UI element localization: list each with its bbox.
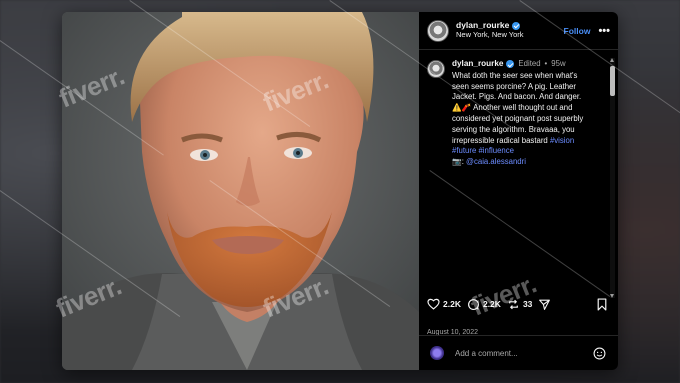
meta-separator: • bbox=[544, 59, 548, 68]
caption-body: dylan_rourke Edited • 95w What doth the … bbox=[452, 59, 583, 370]
emoji-icon[interactable] bbox=[593, 347, 606, 360]
caption-line: 📷: @caia.alessandri bbox=[452, 157, 583, 168]
author-info: dylan_rourke New York, New York bbox=[456, 21, 564, 39]
share-icon[interactable] bbox=[538, 298, 551, 311]
camera-emoji: 📷: bbox=[452, 157, 464, 167]
share-action[interactable] bbox=[538, 298, 554, 311]
action-bar: 2.2K 2.2K 33 bbox=[427, 296, 608, 312]
caption-line: considered yet poignant post superbly bbox=[452, 113, 584, 123]
repost-action[interactable]: 33 bbox=[507, 298, 532, 311]
like-action[interactable]: 2.2K bbox=[427, 298, 461, 310]
post-age[interactable]: 95w bbox=[551, 59, 565, 70]
comment-input[interactable]: Add a comment... bbox=[455, 349, 593, 358]
location-link[interactable]: New York, New York bbox=[456, 30, 564, 40]
post-caption: dylan_rourke Edited • 95w What doth the … bbox=[419, 50, 618, 370]
heart-icon[interactable] bbox=[427, 298, 440, 310]
post-side-panel: dylan_rourke New York, New York Follow •… bbox=[419, 12, 618, 370]
comment-action[interactable]: 2.2K bbox=[467, 298, 501, 311]
scroll-thumb[interactable] bbox=[610, 66, 615, 96]
portrait-image bbox=[62, 12, 419, 370]
comment-icon[interactable] bbox=[467, 298, 480, 311]
comment-count: 2.2K bbox=[482, 299, 501, 309]
verified-icon bbox=[512, 22, 521, 31]
caption-line: #future #influence bbox=[452, 146, 583, 157]
scroll-down-icon[interactable] bbox=[610, 294, 614, 298]
post-photo[interactable] bbox=[62, 12, 419, 370]
caption-line: seen seems porcine? A pig. Leather bbox=[452, 81, 576, 91]
caption-line: irrepressible radical bastard #vision bbox=[452, 136, 583, 147]
hashtag-link[interactable]: #influence bbox=[478, 146, 514, 155]
caption-text: Another well thought out and bbox=[471, 103, 573, 113]
caption-avatar[interactable] bbox=[427, 60, 445, 78]
author-avatar[interactable] bbox=[427, 19, 449, 42]
post-modal: dylan_rourke New York, New York Follow •… bbox=[62, 12, 618, 370]
hashtag-link[interactable]: #vision bbox=[550, 136, 574, 145]
caption-line: ⚠️🧨 Another well thought out and bbox=[452, 103, 583, 114]
post-header: dylan_rourke New York, New York Follow •… bbox=[419, 12, 618, 50]
bookmark-icon[interactable] bbox=[596, 297, 608, 311]
repost-count: 33 bbox=[522, 299, 533, 309]
edited-label: Edited bbox=[518, 59, 541, 68]
scroll-up-icon[interactable] bbox=[610, 58, 614, 62]
current-user-avatar bbox=[430, 346, 444, 360]
like-count: 2.2K bbox=[443, 299, 461, 309]
more-icon[interactable]: ••• bbox=[598, 25, 610, 37]
caption-line: Jacket. Pigs. And bacon. And danger. bbox=[452, 92, 582, 102]
warning-emoji: ⚠️🧨 bbox=[452, 103, 472, 113]
caption-username-text[interactable]: dylan_rourke bbox=[452, 59, 503, 70]
follow-button[interactable]: Follow bbox=[564, 26, 591, 36]
caption-text: irrepressible radical bastard bbox=[452, 135, 550, 145]
repost-icon[interactable] bbox=[507, 298, 520, 311]
caption-username[interactable]: dylan_rourke bbox=[452, 59, 515, 70]
verified-icon bbox=[506, 60, 515, 69]
comment-bar: Add a comment... bbox=[419, 335, 618, 370]
caption-line: What doth the seer see when what's bbox=[452, 70, 578, 80]
caption-scrollbar[interactable] bbox=[610, 58, 615, 298]
hashtag-link[interactable]: #future bbox=[452, 146, 476, 155]
mention-link[interactable]: @caia.alessandri bbox=[466, 157, 526, 166]
caption-line: serving the algorithm. Bravaaa, you bbox=[452, 124, 575, 134]
